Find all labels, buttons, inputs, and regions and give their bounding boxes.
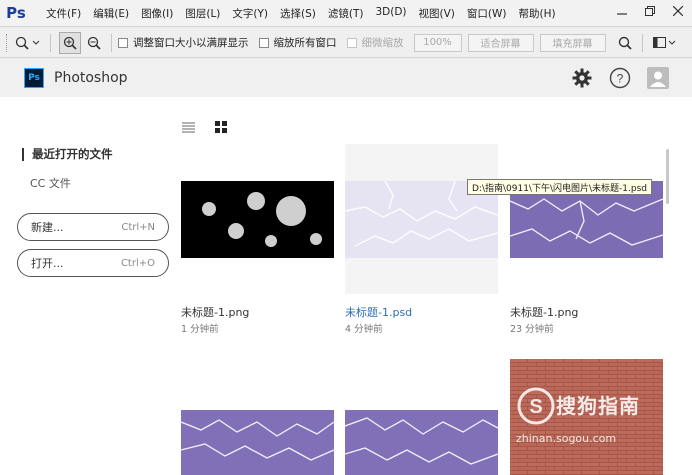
file-name[interactable]: 未标题-1.psd: [345, 304, 412, 320]
new-file-shortcut: Ctrl+N: [121, 221, 155, 233]
menu-layer[interactable]: 图层(L): [179, 6, 226, 21]
list-view-icon[interactable]: [180, 119, 196, 135]
menu-type[interactable]: 文字(Y): [226, 6, 274, 21]
svg-text:S: S: [529, 396, 542, 418]
svg-text:?: ?: [617, 72, 624, 86]
menu-items: 文件(F) 编辑(E) 图像(I) 图层(L) 文字(Y) 选择(S) 滤镜(T…: [40, 6, 562, 21]
minimize-icon[interactable]: [608, 0, 636, 22]
workspace-icon[interactable]: [651, 32, 679, 54]
file-time: 1 分钟前: [181, 324, 219, 335]
photoshop-logo: Ps: [6, 4, 26, 22]
scrollbar-thumb[interactable]: [666, 149, 669, 204]
search-icon[interactable]: [614, 32, 636, 54]
percent-100-button[interactable]: 100%: [413, 33, 462, 52]
file-thumbnail[interactable]: [181, 181, 334, 258]
start-workspace: 最近打开的文件 CC 文件 新建... Ctrl+N 打开... Ctrl+O: [0, 97, 692, 475]
window-controls: [608, 0, 692, 22]
gear-icon[interactable]: [571, 67, 593, 89]
watermark-url: zhinan.sogou.com: [516, 432, 617, 445]
zoom-all-label: 缩放所有窗口: [273, 37, 337, 49]
open-file-label: 打开...: [31, 257, 64, 270]
open-file-button[interactable]: 打开... Ctrl+O: [17, 249, 169, 277]
resize-windows-label: 调整窗口大小以满屏显示: [133, 37, 249, 49]
file-name[interactable]: 未标题-1.png: [510, 304, 578, 320]
menu-select[interactable]: 选择(S): [274, 6, 322, 21]
options-separator: [641, 33, 643, 52]
watermark-brand: 搜狗指南: [556, 394, 640, 418]
new-file-button[interactable]: 新建... Ctrl+N: [17, 213, 169, 241]
options-separator: [50, 33, 51, 52]
options-grip[interactable]: [6, 33, 10, 52]
menu-3d[interactable]: 3D(D): [369, 6, 412, 21]
recent-files-nav[interactable]: 最近打开的文件: [22, 148, 113, 161]
start-header: Ps Photoshop ?: [0, 59, 692, 97]
menu-edit[interactable]: 编辑(E): [87, 6, 135, 21]
ps-badge-icon: Ps: [24, 68, 44, 88]
menu-window[interactable]: 窗口(W): [461, 6, 513, 21]
scrubby-zoom-checkbox[interactable]: 细微缩放: [346, 35, 404, 50]
options-separator: [111, 33, 112, 52]
user-avatar-icon[interactable]: [647, 67, 669, 89]
menu-file[interactable]: 文件(F): [40, 6, 87, 21]
zoom-out-icon[interactable]: [83, 32, 105, 54]
menu-image[interactable]: 图像(I): [135, 6, 179, 21]
fill-screen-button[interactable]: 填充屏幕: [539, 33, 606, 52]
menu-filter[interactable]: 滤镜(T): [322, 6, 370, 21]
grid-view-icon[interactable]: [213, 119, 229, 135]
open-file-shortcut: Ctrl+O: [120, 257, 155, 269]
resize-windows-checkbox[interactable]: 调整窗口大小以满屏显示: [118, 35, 249, 50]
checkbox-box[interactable]: [118, 37, 128, 48]
checkbox-box[interactable]: [346, 37, 357, 48]
zoom-all-windows-checkbox[interactable]: 缩放所有窗口: [258, 35, 337, 50]
restore-icon[interactable]: [636, 0, 664, 22]
app-title: Photoshop: [54, 70, 128, 86]
file-path-tooltip: D:\指南\0911\下午\闪电图片\未标题-1.psd: [467, 179, 652, 195]
menu-view[interactable]: 视图(V): [413, 6, 461, 21]
file-thumbnail[interactable]: [181, 410, 334, 475]
tool-options-bar: 调整窗口大小以满屏显示 缩放所有窗口 细微缩放 100% 适合屏幕 填充屏幕: [0, 28, 692, 58]
file-time: 4 分钟前: [345, 324, 383, 335]
zoom-tool-preset-icon[interactable]: [12, 32, 44, 54]
checkbox-box[interactable]: [258, 37, 269, 48]
menu-help[interactable]: 帮助(H): [513, 6, 562, 21]
file-name[interactable]: 未标题-1.png: [181, 304, 249, 320]
cc-files-nav[interactable]: CC 文件: [30, 175, 71, 191]
new-file-label: 新建...: [31, 221, 64, 234]
fit-screen-button[interactable]: 适合屏幕: [467, 33, 534, 52]
scrubby-zoom-label: 细微缩放: [361, 37, 404, 49]
file-thumbnail[interactable]: [345, 410, 498, 475]
sogou-watermark: S 搜狗指南 zhinan.sogou.com: [510, 382, 665, 452]
close-icon[interactable]: [664, 0, 692, 22]
help-icon[interactable]: ?: [609, 67, 631, 89]
zoom-in-icon[interactable]: [59, 31, 81, 54]
sidebar: 最近打开的文件 CC 文件 新建... Ctrl+N 打开... Ctrl+O: [0, 97, 175, 475]
menu-bar: Ps 文件(F) 编辑(E) 图像(I) 图层(L) 文字(Y) 选择(S) 滤…: [0, 0, 692, 27]
file-time: 23 分钟前: [510, 324, 554, 335]
